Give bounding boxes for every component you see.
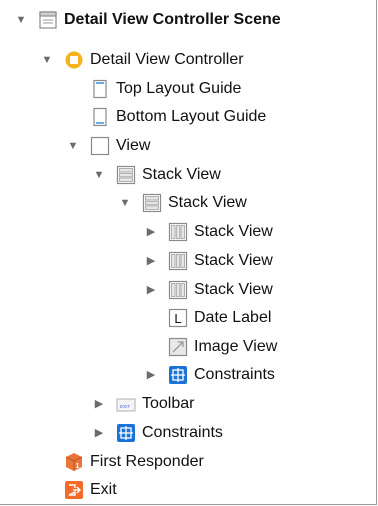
outline-row-constraints-view[interactable]: ▶ Constraints [0, 419, 376, 447]
vertical-stack-view-icon [142, 193, 162, 213]
scene-title: Detail View Controller Scene [64, 11, 281, 28]
outline-row-image-view[interactable]: Image View [0, 333, 376, 361]
layout-guide-icon [93, 79, 107, 99]
disclosure-triangle-right-icon[interactable]: ▶ [92, 426, 106, 440]
document-outline: ▼ Detail View Controller Scene ▼ Detail … [0, 0, 377, 505]
outline-row-top-layout-guide[interactable]: Top Layout Guide [0, 75, 376, 103]
disclosure-triangle-right-icon[interactable]: ▶ [144, 283, 158, 297]
first-responder-icon: 1 [65, 453, 83, 471]
outline-row-stack-view-outer[interactable]: ▼ Stack View [0, 161, 376, 189]
outline-row-view[interactable]: ▼ View [0, 132, 376, 160]
constraints-label: Constraints [142, 424, 223, 441]
disclosure-triangle-down-icon[interactable]: ▼ [14, 13, 28, 27]
layout-guide-icon [93, 107, 107, 127]
exit-label: Exit [90, 481, 117, 498]
vertical-stack-view-icon [116, 165, 136, 185]
view-controller-icon [65, 51, 83, 69]
stack-view-label: Stack View [194, 281, 273, 298]
horizontal-stack-view-icon [168, 251, 188, 271]
image-view-label: Image View [194, 338, 278, 355]
disclosure-triangle-down-icon[interactable]: ▼ [66, 139, 80, 153]
bottom-layout-guide-label: Bottom Layout Guide [116, 108, 267, 125]
horizontal-stack-view-icon [168, 280, 188, 300]
constraints-label: Constraints [194, 366, 275, 383]
label-icon: L [168, 308, 188, 328]
outline-row-detail-view-controller[interactable]: ▼ Detail View Controller [0, 46, 376, 74]
constraints-icon [169, 366, 187, 384]
outline-row-first-responder[interactable]: 1 First Responder [0, 448, 376, 476]
image-view-icon [168, 337, 188, 357]
disclosure-triangle-down-icon[interactable]: ▼ [118, 196, 132, 210]
stack-view-label: Stack View [168, 194, 247, 211]
stack-view-label: Stack View [194, 252, 273, 269]
constraints-icon [117, 424, 135, 442]
toolbar-icon: EXIT [116, 398, 136, 412]
toolbar-icon-glyph: EXIT [120, 404, 130, 409]
outline-row-stack-view-a[interactable]: ▶ Stack View [0, 218, 376, 246]
outline-row-scene[interactable]: ▼ Detail View Controller Scene [0, 6, 376, 34]
outline-row-stack-view-inner[interactable]: ▼ Stack View [0, 189, 376, 217]
scene-icon [39, 11, 57, 29]
disclosure-triangle-right-icon[interactable]: ▶ [92, 397, 106, 411]
disclosure-triangle-right-icon[interactable]: ▶ [144, 225, 158, 239]
date-label-label: Date Label [194, 309, 272, 326]
stack-view-label: Stack View [142, 166, 221, 183]
toolbar-label: Toolbar [142, 395, 195, 412]
stack-view-label: Stack View [194, 223, 273, 240]
outline-row-bottom-layout-guide[interactable]: Bottom Layout Guide [0, 103, 376, 131]
detail-view-controller-label: Detail View Controller [90, 51, 244, 68]
outline-row-date-label[interactable]: L Date Label [0, 304, 376, 332]
label-icon-glyph: L [174, 311, 181, 326]
horizontal-stack-view-icon [168, 222, 188, 242]
view-icon [90, 136, 110, 156]
disclosure-triangle-down-icon[interactable]: ▼ [40, 53, 54, 67]
view-label: View [116, 137, 151, 154]
top-layout-guide-label: Top Layout Guide [116, 80, 242, 97]
outline-row-toolbar[interactable]: ▶ EXIT Toolbar [0, 390, 376, 418]
outline-row-exit[interactable]: Exit [0, 476, 376, 504]
outline-row-constraints-inner[interactable]: ▶ Constraints [0, 361, 376, 389]
disclosure-triangle-down-icon[interactable]: ▼ [92, 168, 106, 182]
exit-icon [65, 481, 83, 499]
first-responder-label: First Responder [90, 453, 204, 470]
outline-row-stack-view-b[interactable]: ▶ Stack View [0, 247, 376, 275]
disclosure-triangle-right-icon[interactable]: ▶ [144, 254, 158, 268]
outline-row-stack-view-c[interactable]: ▶ Stack View [0, 276, 376, 304]
first-responder-icon-glyph: 1 [76, 463, 80, 470]
disclosure-triangle-right-icon[interactable]: ▶ [144, 368, 158, 382]
